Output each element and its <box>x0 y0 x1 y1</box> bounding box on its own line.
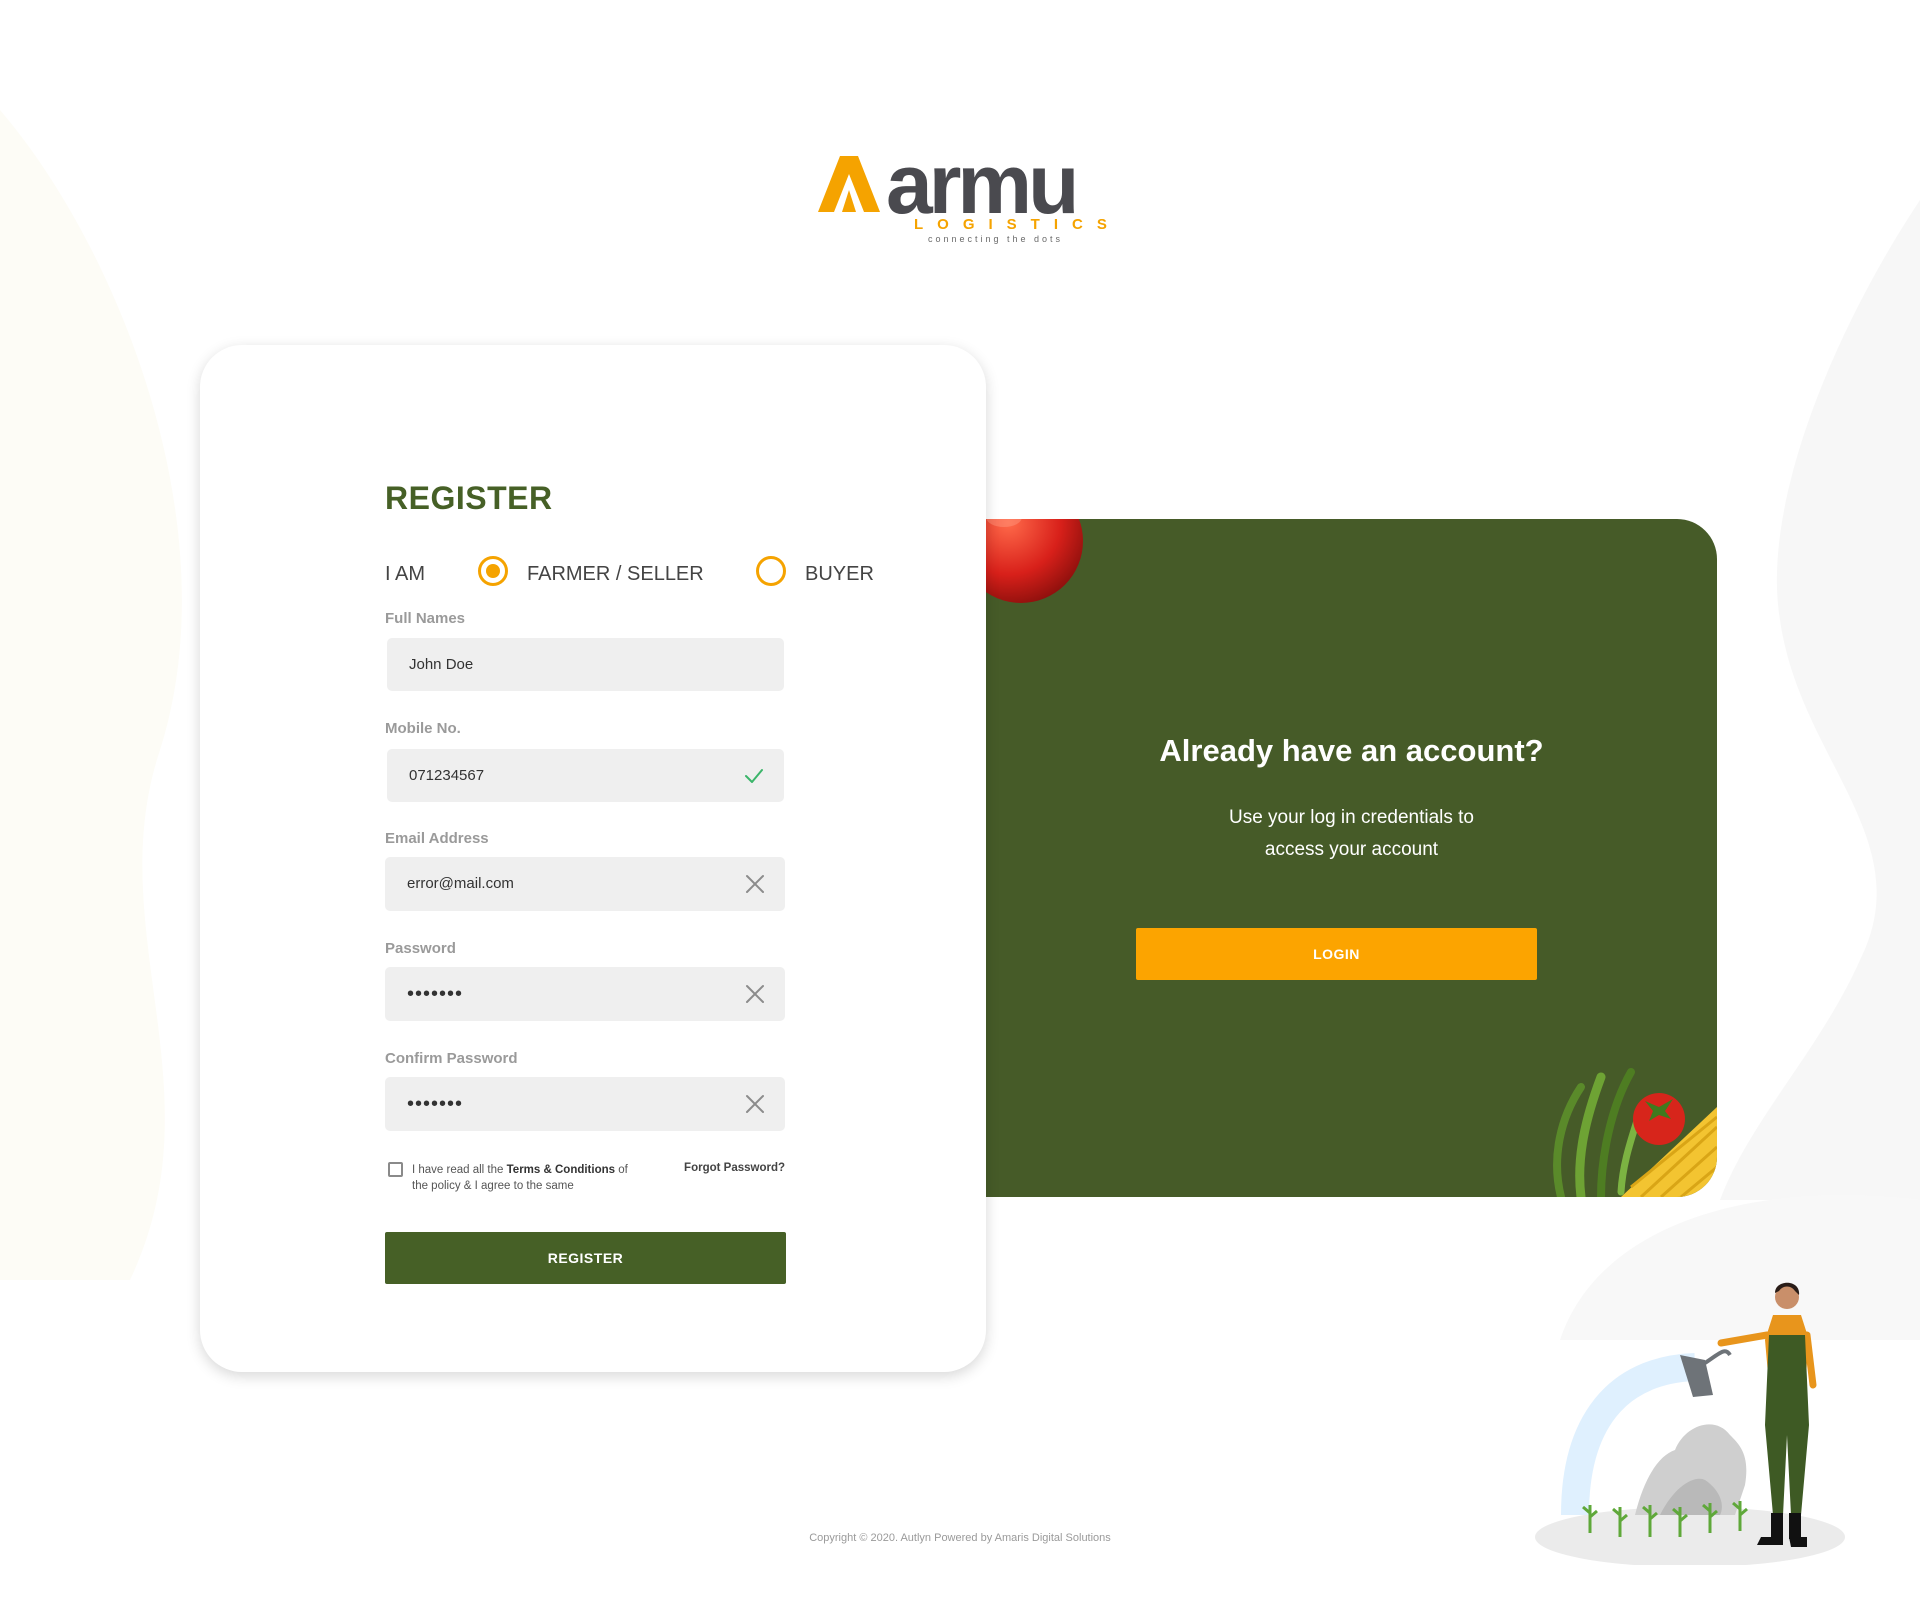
farmer-seller-radio-label[interactable]: FARMER / SELLER <box>527 563 704 586</box>
full-names-field[interactable] <box>387 638 784 692</box>
mobile-input[interactable] <box>409 749 729 803</box>
full-names-input[interactable] <box>409 638 729 692</box>
confirm-password-field[interactable]: ••••••• <box>385 1077 785 1131</box>
logo-subtitle: LOGISTICS <box>914 216 1121 233</box>
tomato-image <box>986 519 1083 603</box>
password-label: Password <box>385 940 456 957</box>
check-icon <box>745 769 763 783</box>
close-icon[interactable] <box>743 872 767 896</box>
login-subtext: Use your log in credentials to access yo… <box>986 802 1717 866</box>
buyer-radio-label[interactable]: BUYER <box>805 563 874 586</box>
role-selector: I AM FARMER / SELLER BUYER <box>385 555 905 591</box>
farmer-watering-illustration <box>1535 1282 1845 1565</box>
confirm-password-input[interactable]: ••••••• <box>407 1077 727 1131</box>
terms-checkbox[interactable] <box>388 1162 403 1177</box>
mobile-field[interactable] <box>387 749 784 803</box>
password-field[interactable]: ••••••• <box>385 967 785 1021</box>
terms-row: I have read all the Terms & Conditions o… <box>385 1160 785 1196</box>
mobile-label: Mobile No. <box>385 720 461 737</box>
close-icon[interactable] <box>743 1092 767 1116</box>
close-icon[interactable] <box>743 982 767 1006</box>
email-input[interactable] <box>407 857 727 911</box>
confirm-password-label: Confirm Password <box>385 1050 518 1067</box>
background-shape-right <box>1720 200 1920 1200</box>
register-button[interactable]: REGISTER <box>385 1232 786 1284</box>
buyer-radio[interactable] <box>756 556 786 586</box>
logo-tagline: connecting the dots <box>928 234 1064 244</box>
login-heading: Already have an account? <box>1159 733 1544 768</box>
login-subtext-line1: Use your log in credentials to <box>1228 807 1474 828</box>
vegetables-image <box>1553 1068 1717 1197</box>
terms-text: I have read all the Terms & Conditions o… <box>412 1162 642 1194</box>
terms-text-before: I have read all the <box>412 1164 507 1176</box>
email-field[interactable] <box>385 857 785 911</box>
copyright-text: Copyright © 2020. Autlyn Powered by Amar… <box>809 1532 1111 1544</box>
armu-logo-mark-icon <box>818 156 880 212</box>
email-label: Email Address <box>385 830 489 847</box>
farmer-seller-radio[interactable] <box>478 556 508 586</box>
logo-wordmark: armu <box>886 137 1079 231</box>
role-label: I AM <box>385 563 426 585</box>
terms-link[interactable]: Terms & Conditions <box>507 1164 615 1176</box>
login-button[interactable]: LOGIN <box>1136 928 1537 980</box>
armu-logo: armu LOGISTICS connecting the dots <box>818 142 1107 248</box>
login-subtext-line2: access your account <box>1264 839 1439 860</box>
forgot-password-link[interactable]: Forgot Password? <box>684 1162 785 1174</box>
full-names-label: Full Names <box>385 610 466 627</box>
register-card: REGISTER I AM FARMER / SELLER BUYER Full… <box>200 345 986 1372</box>
register-title: REGISTER <box>385 480 553 516</box>
login-panel: Already have an account? Use your log in… <box>986 519 1717 1197</box>
password-input[interactable]: ••••••• <box>407 967 727 1021</box>
background-shape-left <box>0 110 182 1280</box>
